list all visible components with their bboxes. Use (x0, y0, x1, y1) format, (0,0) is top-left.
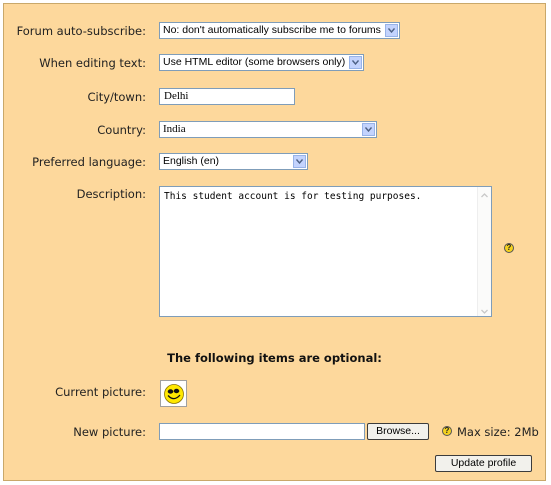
help-icon[interactable]: ? (504, 243, 514, 253)
editing-text-value: Use HTML editor (some browsers only) (163, 56, 346, 68)
city-label: City/town: (87, 90, 146, 104)
optional-items-heading: The following items are optional: (167, 351, 382, 365)
language-select[interactable]: English (en) (159, 153, 308, 170)
scroll-up-icon[interactable] (478, 187, 491, 200)
chevron-down-icon[interactable] (385, 24, 398, 37)
current-picture-label: Current picture: (55, 385, 146, 399)
country-label: Country: (97, 123, 146, 137)
chevron-down-icon[interactable] (349, 56, 362, 69)
help-icon[interactable]: ? (442, 426, 452, 436)
city-input[interactable]: Delhi (159, 88, 295, 105)
editing-text-label: When editing text: (39, 56, 146, 70)
max-size-note: Max size: 2Mb (457, 425, 539, 439)
chevron-down-icon[interactable] (362, 123, 375, 136)
smiley-face-icon (164, 384, 184, 404)
new-picture-path-input[interactable] (159, 423, 365, 440)
scroll-down-icon[interactable] (478, 303, 491, 316)
browse-button[interactable]: Browse... (367, 423, 429, 440)
forum-autosubscribe-label: Forum auto-subscribe: (16, 24, 146, 38)
language-value: English (en) (163, 155, 220, 167)
editing-text-select[interactable]: Use HTML editor (some browsers only) (159, 54, 364, 71)
avatar (160, 380, 187, 407)
forum-autosubscribe-value: No: don't automatically subscribe me to … (163, 24, 381, 36)
description-textarea[interactable]: This student account is for testing purp… (159, 186, 492, 317)
chevron-down-icon[interactable] (293, 155, 306, 168)
profile-form-panel: Forum auto-subscribe: No: don't automati… (3, 3, 546, 481)
forum-autosubscribe-select[interactable]: No: don't automatically subscribe me to … (159, 22, 400, 39)
new-picture-label: New picture: (73, 425, 146, 439)
country-select[interactable]: India (159, 121, 377, 138)
description-scrollbar[interactable] (477, 187, 491, 316)
description-label: Description: (76, 187, 146, 201)
description-text: This student account is for testing purp… (164, 191, 422, 202)
update-profile-button[interactable]: Update profile (435, 455, 532, 472)
country-value: India (163, 123, 186, 135)
language-label: Preferred language: (32, 155, 146, 169)
